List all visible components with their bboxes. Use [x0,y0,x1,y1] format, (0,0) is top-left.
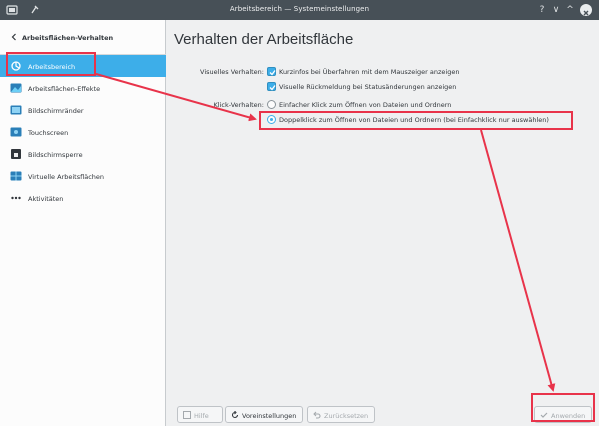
page-title: Verhalten der Arbeitsfläche [174,31,354,48]
help-button[interactable]: Hilfe [177,406,223,423]
sidebar-item-label: Arbeitsflächen-Effekte [28,85,101,93]
double-click-label: Doppelklick zum Öffnen von Dateien und O… [279,116,549,124]
sidebar-item-virtuelle-arbeitsflaechen[interactable]: Virtuelle Arbeitsflächen [0,165,166,187]
sidebar-item-label: Touchscreen [28,129,69,137]
sidebar-item-arbeitsflaechen-effekte[interactable]: Arbeitsflächen-Effekte [0,77,166,99]
window-title: Arbeitsbereich — Systemeinstellungen [229,5,370,13]
activities-icon [11,196,21,200]
help-icon [183,411,191,419]
workspace-icon [11,61,21,71]
radio-selected-icon [267,115,276,124]
sidebar-item-touchscreen[interactable]: Touchscreen [0,121,166,143]
sidebar-item-label: Virtuelle Arbeitsflächen [28,173,105,181]
back-button[interactable]: Arbeitsflächen-Verhalten [0,20,166,54]
help-button-label: Hilfe [194,412,209,420]
single-click-label: Einfacher Klick zum Öffnen von Dateien u… [279,101,452,109]
reset-button-label: Zurücksetzen [324,412,369,420]
defaults-button-label: Voreinstellungen [242,412,297,420]
maximize-icon[interactable]: ^ [564,4,576,16]
close-icon [583,10,589,16]
back-label: Arbeitsflächen-Verhalten [22,34,114,42]
main-panel: Verhalten der Arbeitsfläche Visuelles Ve… [167,20,599,426]
reset-button[interactable]: Zurücksetzen [307,406,375,423]
sidebar-item-label: Arbeitsbereich [28,63,76,71]
sidebar-item-label: Bildschirmränder [28,107,84,115]
apply-button-label: Anwenden [551,412,586,420]
apply-button[interactable]: Anwenden [534,406,592,423]
checkbox-checked-icon [267,67,276,76]
button-bar: Hilfe Voreinstellungen Zurücksetzen Anwe… [167,403,599,426]
help-window-icon[interactable]: ? [536,4,548,16]
sidebar-item-label: Bildschirmsperre [28,151,83,159]
click-behavior-label: Klick-Verhalten: [213,101,264,109]
visual-behavior-label: Visuelles Verhalten: [200,68,264,76]
sidebar-item-bildschirmsperre[interactable]: Bildschirmsperre [0,143,166,165]
sidebar-item-arbeitsbereich[interactable]: Arbeitsbereich [0,55,166,77]
tooltips-label: Kurzinfos bei Überfahren mit dem Mauszei… [279,68,460,76]
checkmark-icon [540,412,548,418]
reset-defaults-icon [231,411,239,419]
touchscreen-icon [10,127,22,137]
radio-unselected-icon [267,100,276,109]
sidebar-item-label: Aktivitäten [28,195,64,203]
sidebar: Arbeitsflächen-Verhalten Arbeitsbereich … [0,20,166,426]
sidebar-item-aktivitaeten[interactable]: Aktivitäten [0,187,166,209]
undo-icon [313,411,321,419]
minimize-icon[interactable]: ∨ [550,4,562,16]
virtual-desktops-icon [10,171,22,181]
checkbox-checked-icon [267,82,276,91]
screen-edges-icon [10,105,22,115]
sidebar-item-bildschirmraender[interactable]: Bildschirmränder [0,99,166,121]
close-window-button[interactable] [580,4,592,16]
status-feedback-label: Visuelle Rückmeldung bei Statusänderunge… [279,83,457,91]
desktop-effects-icon [10,83,22,93]
screen-lock-icon [11,149,21,159]
window-titlebar: Arbeitsbereich — Systemeinstellungen ? ∨… [0,0,599,20]
defaults-button[interactable]: Voreinstellungen [225,406,303,423]
settings-window: Arbeitsflächen-Verhalten Arbeitsbereich … [0,20,599,426]
chevron-left-icon [11,33,16,41]
